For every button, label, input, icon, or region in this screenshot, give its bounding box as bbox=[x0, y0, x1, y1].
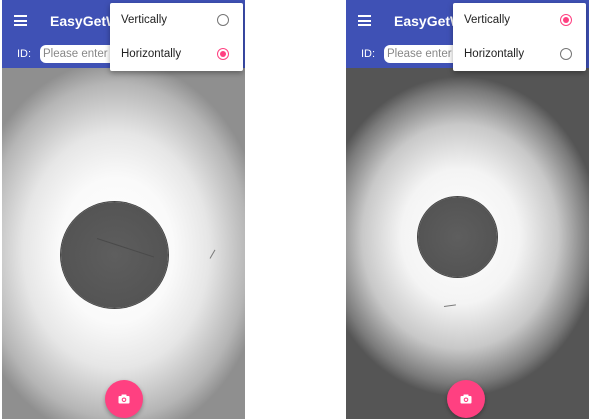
menu-item-vertically[interactable]: Vertically bbox=[110, 3, 243, 37]
orientation-menu: Vertically Horizontally bbox=[453, 3, 586, 71]
sample-dark-circle bbox=[418, 197, 497, 277]
menu-item-label: Vertically bbox=[121, 14, 168, 26]
radio-unchecked-icon[interactable] bbox=[560, 48, 572, 60]
radio-checked-icon[interactable] bbox=[217, 48, 229, 60]
radio-checked-icon[interactable] bbox=[560, 14, 572, 26]
camera-preview bbox=[346, 68, 589, 419]
id-label: ID: bbox=[361, 48, 376, 60]
orientation-menu: Vertically Horizontally bbox=[110, 3, 243, 71]
phone-screen-left: EasyGetW ID: Vertically Horizontally bbox=[2, 0, 245, 419]
radio-unchecked-icon[interactable] bbox=[217, 14, 229, 26]
menu-item-label: Horizontally bbox=[121, 48, 182, 60]
hamburger-menu-icon[interactable] bbox=[358, 15, 371, 26]
scratch-mark bbox=[209, 249, 216, 259]
menu-item-horizontally[interactable]: Horizontally bbox=[110, 37, 243, 71]
phone-screen-right: EasyGetW ID: Vertically Horizontally bbox=[346, 0, 589, 419]
camera-preview bbox=[2, 68, 245, 419]
app-title: EasyGetW bbox=[50, 13, 120, 29]
camera-button[interactable] bbox=[105, 380, 143, 418]
scratch-mark bbox=[443, 304, 456, 307]
menu-item-horizontally[interactable]: Horizontally bbox=[453, 37, 586, 71]
hamburger-menu-icon[interactable] bbox=[14, 15, 27, 26]
camera-icon bbox=[460, 394, 472, 404]
menu-item-label: Horizontally bbox=[464, 48, 525, 60]
camera-icon bbox=[118, 394, 130, 404]
camera-button[interactable] bbox=[447, 380, 485, 418]
id-label: ID: bbox=[17, 48, 32, 60]
menu-item-label: Vertically bbox=[464, 14, 511, 26]
menu-item-vertically[interactable]: Vertically bbox=[453, 3, 586, 37]
